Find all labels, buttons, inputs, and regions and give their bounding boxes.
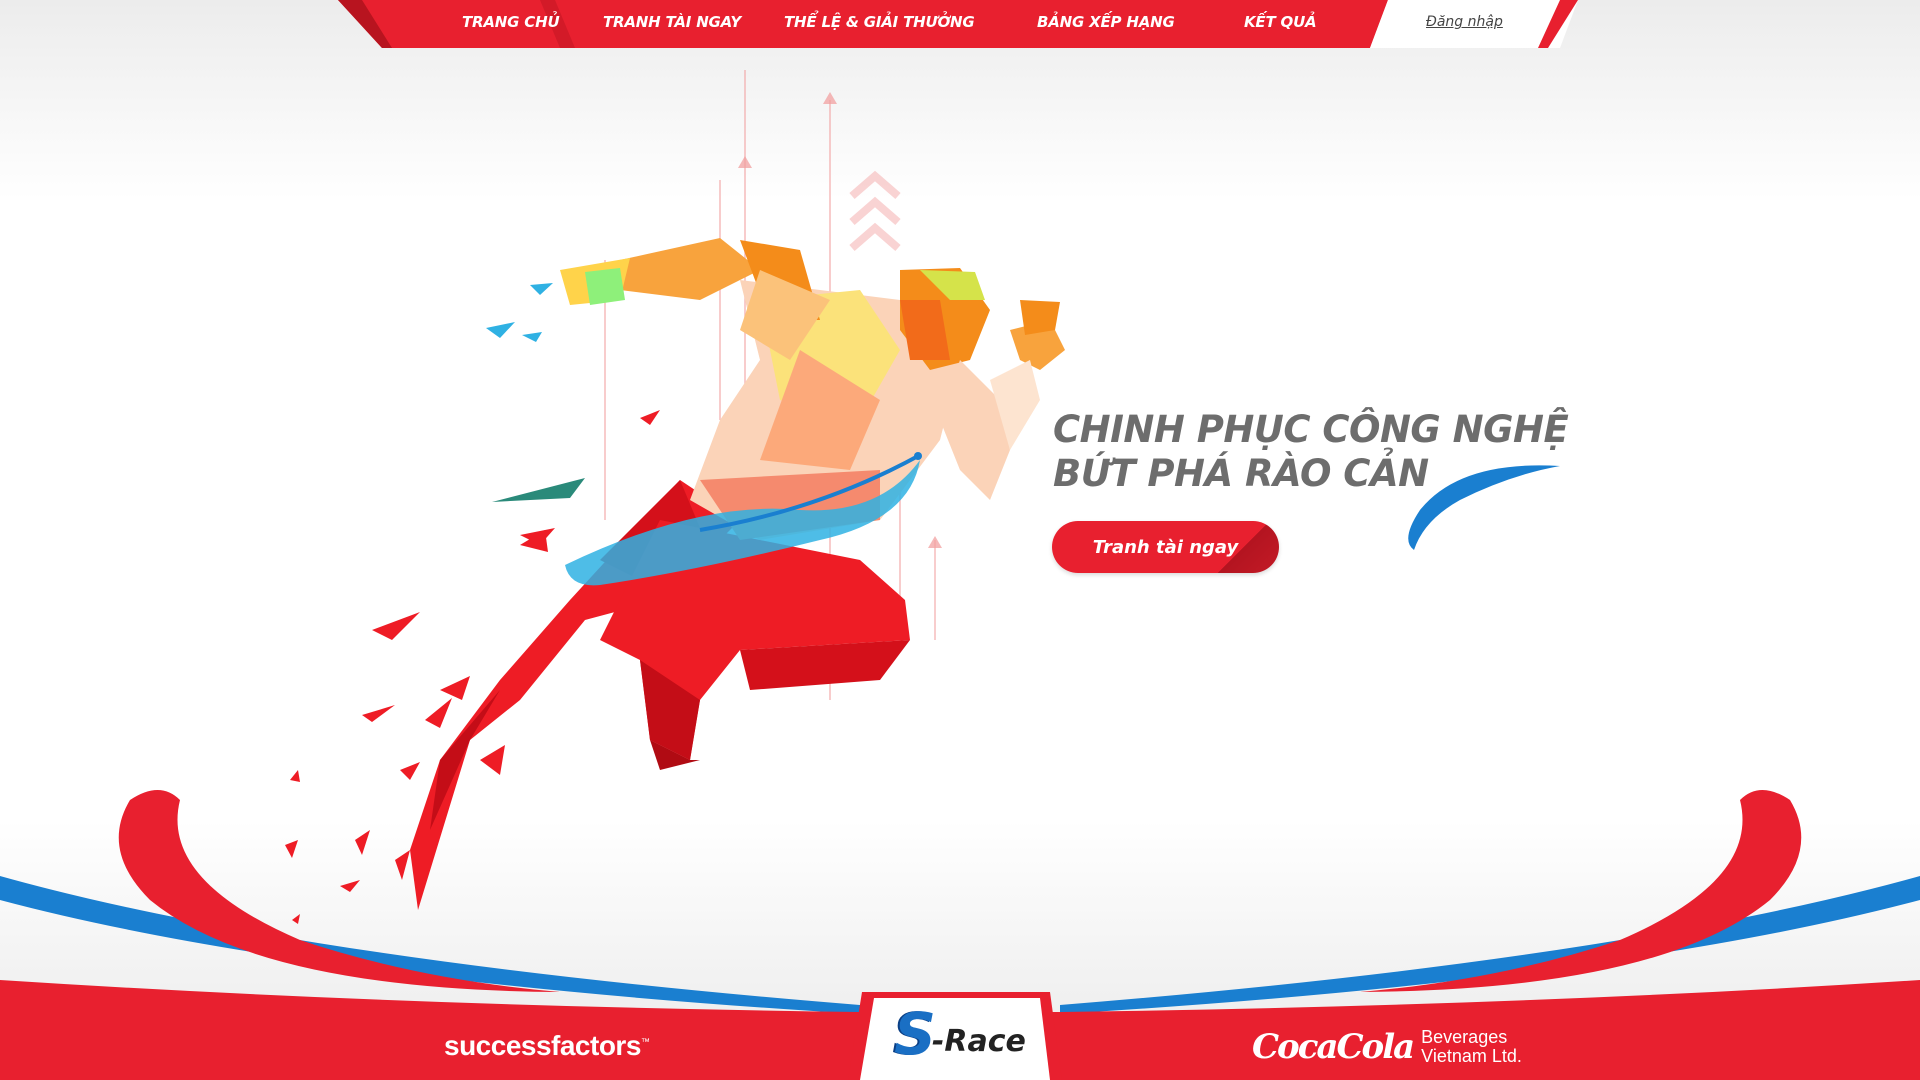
srace-logo: S -Race	[880, 1004, 1040, 1064]
coca-cola-line-1: Beverages	[1421, 1027, 1508, 1047]
successfactors-logo: successfactors™	[444, 1030, 650, 1062]
srace-logo-s: S	[894, 1000, 936, 1068]
coca-cola-logo: CocaCola Beverages Vietnam Ltd.	[1252, 1024, 1522, 1070]
page: TRANG CHỦ TRANH TÀI NGAY THỂ LỆ & GIẢI T…	[0, 0, 1920, 1080]
coca-cola-line-2: Vietnam Ltd.	[1421, 1046, 1522, 1066]
coca-cola-company-name: Beverages Vietnam Ltd.	[1421, 1028, 1522, 1066]
footer-decoration	[0, 790, 1920, 1080]
trademark-mark: ™	[640, 1036, 650, 1047]
coca-cola-script: CocaCola	[1252, 1027, 1415, 1067]
successfactors-wordmark: successfactors	[444, 1030, 641, 1061]
srace-logo-race: -Race	[931, 1023, 1026, 1059]
